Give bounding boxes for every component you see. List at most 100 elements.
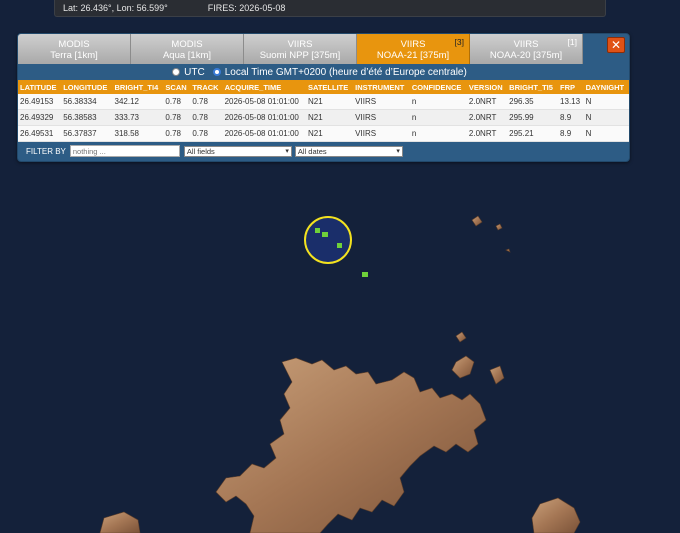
field-select-value: All fields xyxy=(186,146,215,156)
table-cell: 8.9 xyxy=(558,125,584,142)
column-header[interactable]: INSTRUMENT xyxy=(353,80,410,94)
table-cell: N xyxy=(583,125,629,142)
fire-pixel[interactable] xyxy=(337,243,342,248)
tab-modis-terra[interactable]: MODIS Terra [1km] xyxy=(18,34,131,64)
table-cell: 0.78 xyxy=(190,125,223,142)
table-cell: 2.0NRT xyxy=(466,109,508,126)
table-cell: 2026-05-08 01:01:00 xyxy=(222,94,306,110)
table-cell: N xyxy=(583,109,629,126)
cursor-coordinates: Lat: 26.436°, Lon: 56.599° xyxy=(63,3,168,13)
tab-viirs-noaa-21[interactable]: [3] VIIRS NOAA-21 [375m] xyxy=(357,34,470,64)
time-mode-selector: UTC Local Time GMT+0200 (heure d’été d’E… xyxy=(18,64,629,80)
fire-data-panel: MODIS Terra [1km] MODIS Aqua [1km] VIIRS… xyxy=(17,33,630,162)
tab-title: VIIRS xyxy=(287,39,313,50)
table-cell: 26.49153 xyxy=(18,94,62,110)
close-icon[interactable]: ✕ xyxy=(607,37,625,53)
table-cell: 26.49329 xyxy=(18,109,62,126)
table-cell: 2.0NRT xyxy=(466,125,508,142)
table-cell: n xyxy=(409,109,467,126)
table-cell: 296.35 xyxy=(507,94,559,110)
fire-pixel[interactable] xyxy=(322,232,328,237)
tab-count-badge: [1] xyxy=(567,37,577,47)
column-header[interactable]: BRIGHT_TI5 xyxy=(507,80,559,94)
fire-highlight[interactable] xyxy=(304,216,352,264)
table-cell: 0.78 xyxy=(163,109,191,126)
table-cell: 333.73 xyxy=(112,109,164,126)
local-time-radio[interactable] xyxy=(212,68,221,76)
local-time-label: Local Time GMT+0200 (heure d’été d’Europ… xyxy=(224,66,467,78)
table-cell: N21 xyxy=(305,125,354,142)
table-cell: 0.78 xyxy=(163,125,191,142)
column-header[interactable]: SATELLITE xyxy=(305,80,354,94)
date-select[interactable]: All dates ▾ xyxy=(294,145,403,157)
column-header[interactable]: VERSION xyxy=(466,80,508,94)
table-cell: n xyxy=(409,125,467,142)
tab-modis-aqua[interactable]: MODIS Aqua [1km] xyxy=(131,34,244,64)
table-cell: n xyxy=(409,94,467,110)
tab-subtitle: Suomi NPP [375m] xyxy=(259,50,341,61)
table-cell: 26.49531 xyxy=(18,125,62,142)
fire-pixel[interactable] xyxy=(315,228,320,233)
column-header[interactable]: LONGITUDE xyxy=(61,80,113,94)
column-header[interactable]: LATITUDE xyxy=(18,80,62,94)
column-header[interactable]: ACQUIRE_TIME xyxy=(222,80,306,94)
table-cell: 56.38583 xyxy=(61,109,113,126)
tab-subtitle: Terra [1km] xyxy=(50,50,98,61)
table-cell: 2026-05-08 01:01:00 xyxy=(222,125,306,142)
table-row[interactable]: 26.49329 56.38583 333.73 0.78 0.78 2026-… xyxy=(18,109,629,126)
local-time-option[interactable]: Local Time GMT+0200 (heure d’été d’Europ… xyxy=(212,66,467,78)
table-cell: VIIRS xyxy=(353,109,410,126)
table-cell: 2026-05-08 01:01:00 xyxy=(222,109,306,126)
filter-input[interactable] xyxy=(69,145,180,157)
tab-viirs-noaa-20[interactable]: [1] VIIRS NOAA-20 [375m] xyxy=(470,34,583,64)
table-cell: 0.78 xyxy=(190,109,223,126)
column-header[interactable]: SCAN xyxy=(163,80,191,94)
tab-title: VIIRS xyxy=(513,39,539,50)
table-cell: 56.37837 xyxy=(61,125,113,142)
tab-viirs-suomi-npp[interactable]: VIIRS Suomi NPP [375m] xyxy=(244,34,357,64)
column-header[interactable]: TRACK xyxy=(190,80,223,94)
tab-subtitle: NOAA-21 [375m] xyxy=(376,50,450,61)
status-bar: Lat: 26.436°, Lon: 56.599° FIRES: 2026-0… xyxy=(54,0,606,17)
tab-count-badge: [3] xyxy=(454,37,464,47)
column-header[interactable]: CONFIDENCE xyxy=(409,80,467,94)
table-cell: 8.9 xyxy=(558,109,584,126)
table-cell: 295.21 xyxy=(507,125,559,142)
fire-pixel[interactable] xyxy=(362,272,368,277)
table-cell: VIIRS xyxy=(353,125,410,142)
chevron-down-icon: ▾ xyxy=(396,147,400,155)
fires-date: FIRES: 2026-05-08 xyxy=(207,3,286,13)
satellite-tabs: MODIS Terra [1km] MODIS Aqua [1km] VIIRS… xyxy=(18,34,629,64)
table-header-row: LATITUDE LONGITUDE BRIGHT_TI4 SCAN TRACK… xyxy=(18,80,629,94)
tab-subtitle: Aqua [1km] xyxy=(162,50,212,61)
tab-title: MODIS xyxy=(171,39,203,50)
fire-data-table: LATITUDE LONGITUDE BRIGHT_TI4 SCAN TRACK… xyxy=(18,80,629,142)
column-header[interactable]: FRP xyxy=(558,80,584,94)
table-cell: 2.0NRT xyxy=(466,94,508,110)
utc-option[interactable]: UTC xyxy=(172,67,205,78)
table-cell: 342.12 xyxy=(112,94,164,110)
table-cell: 0.78 xyxy=(163,94,191,110)
utc-label: UTC xyxy=(184,66,205,78)
tab-title: VIIRS xyxy=(400,39,426,50)
filter-label: FILTER BY xyxy=(26,146,66,156)
table-cell: N21 xyxy=(305,109,354,126)
tab-subtitle: NOAA-20 [375m] xyxy=(489,50,563,61)
chevron-down-icon: ▾ xyxy=(285,147,289,155)
field-select[interactable]: All fields ▾ xyxy=(183,145,292,157)
table-cell: N21 xyxy=(305,94,354,110)
table-cell: VIIRS xyxy=(353,94,410,110)
date-select-value: All dates xyxy=(297,146,327,156)
table-cell: 56.38334 xyxy=(61,94,113,110)
table-row[interactable]: 26.49531 56.37837 318.58 0.78 0.78 2026-… xyxy=(18,125,629,142)
filter-bar: FILTER BY All fields ▾ All dates ▾ xyxy=(18,142,629,160)
table-cell: 295.99 xyxy=(507,109,559,126)
table-row[interactable]: 26.49153 56.38334 342.12 0.78 0.78 2026-… xyxy=(18,94,629,110)
table-cell: 13.13 xyxy=(558,94,584,110)
table-cell: N xyxy=(583,94,629,110)
table-cell: 0.78 xyxy=(190,94,223,110)
utc-radio[interactable] xyxy=(172,68,181,76)
column-header[interactable]: BRIGHT_TI4 xyxy=(112,80,164,94)
table-cell: 318.58 xyxy=(112,125,164,142)
column-header[interactable]: DAYNIGHT xyxy=(583,80,629,94)
